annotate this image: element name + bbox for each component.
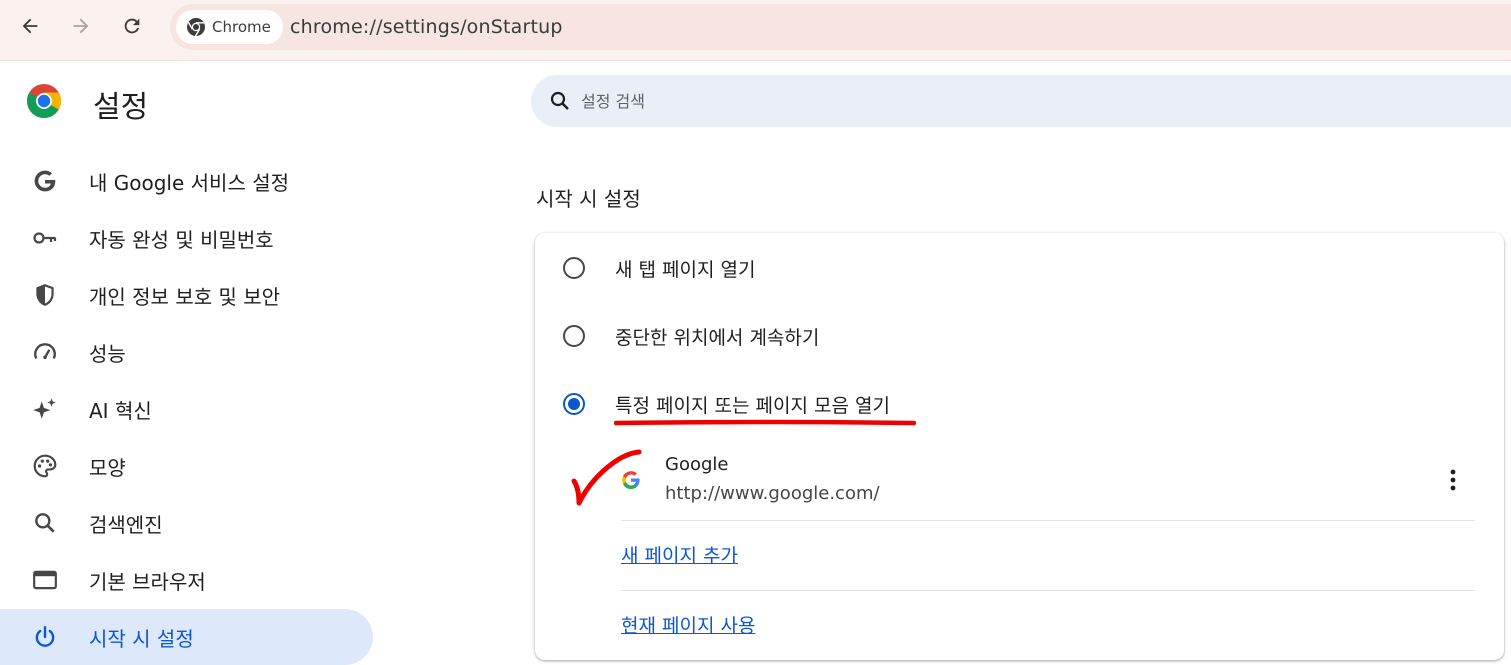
startup-options-card: 새 탭 페이지 열기 중단한 위치에서 계속하기 특정 페이지 또는 페이지 모… xyxy=(535,233,1504,660)
forward-button[interactable] xyxy=(63,8,99,44)
row-divider xyxy=(621,590,1475,591)
sidebar-item-default-browser[interactable]: 기본 브라우저 xyxy=(0,552,373,608)
settings-search-box[interactable] xyxy=(531,75,1511,127)
sidebar-item-ai[interactable]: AI 혁신 xyxy=(0,381,373,437)
sidebar-item-label: 개인 정보 보호 및 보안 xyxy=(89,284,281,309)
radio-continue[interactable]: 중단한 위치에서 계속하기 xyxy=(535,311,1504,361)
radio-button[interactable] xyxy=(563,325,585,347)
search-input[interactable] xyxy=(581,85,1481,117)
radio-button[interactable] xyxy=(563,257,585,279)
search-icon xyxy=(550,91,569,110)
reload-button[interactable] xyxy=(114,8,150,44)
google-g-icon xyxy=(32,168,58,194)
radio-label: 중단한 위치에서 계속하기 xyxy=(615,327,820,349)
sidebar-item-performance[interactable]: 성능 xyxy=(0,324,373,380)
power-icon xyxy=(32,624,58,650)
sidebar-item-label: 성능 xyxy=(89,341,126,366)
add-new-page-link[interactable]: 새 페이지 추가 xyxy=(621,541,738,568)
browser-window-icon xyxy=(32,567,58,593)
chrome-logo-icon xyxy=(187,18,205,37)
sidebar-item-appearance[interactable]: 모양 xyxy=(0,438,373,494)
sidebar-item-autofill[interactable]: 자동 완성 및 비밀번호 xyxy=(0,210,373,266)
radio-label: 특정 페이지 또는 페이지 모음 열기 xyxy=(615,395,890,417)
reload-icon xyxy=(124,18,140,34)
settings-title: 설정 xyxy=(93,90,149,125)
browser-toolbar: Chrome chrome://settings/onStartup xyxy=(0,0,1511,60)
sidebar-item-label: 시작 시 설정 xyxy=(89,626,194,651)
sidebar-item-label: 기본 브라우저 xyxy=(89,569,206,594)
more-vert-icon xyxy=(1450,469,1456,491)
search-icon xyxy=(32,510,58,536)
shield-icon xyxy=(32,282,58,308)
key-icon xyxy=(32,225,58,251)
sidebar-item-search-engine[interactable]: 검색엔진 xyxy=(0,495,373,551)
chrome-logo-icon xyxy=(27,84,61,118)
sidebar-item-on-startup[interactable]: 시작 시 설정 xyxy=(0,609,373,665)
row-divider xyxy=(621,520,1475,521)
chip-label: Chrome xyxy=(212,18,271,36)
red-checkmark-annotation xyxy=(571,449,642,506)
url-text[interactable]: chrome://settings/onStartup xyxy=(290,16,563,38)
radio-button-selected[interactable] xyxy=(563,393,585,415)
section-title: 시작 시 설정 xyxy=(536,187,641,211)
sidebar-item-privacy[interactable]: 개인 정보 보호 및 보안 xyxy=(0,267,373,323)
back-button[interactable] xyxy=(12,8,48,44)
sidebar-item-label: AI 혁신 xyxy=(89,398,152,423)
sidebar-item-label: 자동 완성 및 비밀번호 xyxy=(89,227,274,252)
sidebar-item-label: 내 Google 서비스 설정 xyxy=(89,170,289,195)
sidebar-item-label: 모양 xyxy=(89,455,126,480)
radio-new-tab[interactable]: 새 탭 페이지 열기 xyxy=(535,243,1504,293)
arrow-right-icon xyxy=(73,18,89,34)
toolbar-divider xyxy=(0,60,1511,61)
site-info-chip[interactable]: Chrome xyxy=(176,10,283,44)
sidebar-item-google-services[interactable]: 내 Google 서비스 설정 xyxy=(0,153,373,209)
radio-label: 새 탭 페이지 열기 xyxy=(615,259,756,281)
palette-icon xyxy=(32,453,58,479)
page-entry-url: http://www.google.com/ xyxy=(665,483,880,504)
speedometer-icon xyxy=(32,339,58,365)
arrow-left-icon xyxy=(22,18,38,34)
more-actions-button[interactable] xyxy=(1438,465,1468,495)
page-entry-name: Google xyxy=(665,454,729,475)
use-current-pages-link[interactable]: 현재 페이지 사용 xyxy=(621,611,755,638)
address-bar[interactable]: Chrome chrome://settings/onStartup xyxy=(170,4,1511,50)
sidebar-item-label: 검색엔진 xyxy=(89,512,163,537)
red-underline-annotation xyxy=(614,419,916,426)
sparkle-icon xyxy=(32,396,58,422)
